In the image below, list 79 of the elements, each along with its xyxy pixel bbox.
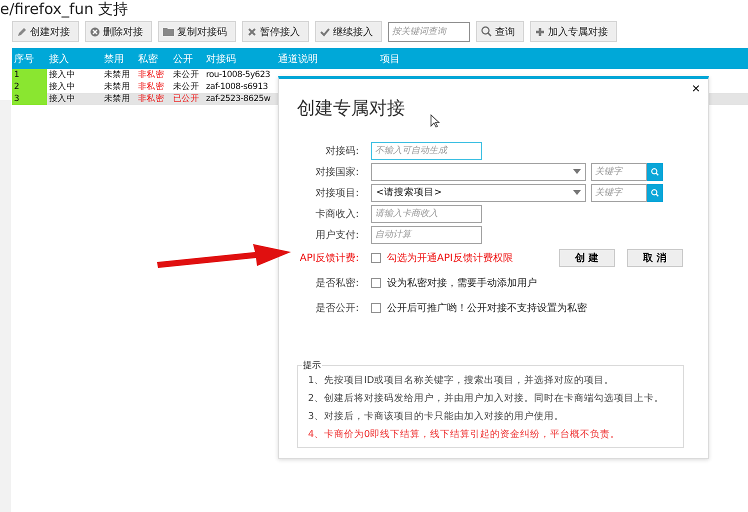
hint-title: 提示 (302, 360, 322, 372)
table-cell-text: rou-1008-5y623 (205, 69, 272, 81)
table-cell-text: 接入中 (48, 81, 76, 93)
delete-icon (90, 26, 100, 36)
folder-icon (163, 27, 174, 36)
input-field[interactable]: 自动计算 (371, 226, 482, 244)
toolbar-button[interactable]: 继续接入 (315, 21, 382, 42)
dialog-title: 创建专属对接 (297, 97, 405, 121)
pointer-icon (430, 114, 440, 128)
checkbox[interactable] (371, 278, 381, 288)
cross-icon (247, 26, 257, 36)
column-header: 接入 (48, 52, 70, 66)
column-header: 私密 (137, 52, 159, 66)
toolbar-button[interactable]: 删除对接 (85, 21, 152, 42)
keyword-field[interactable]: 关键字 (591, 162, 647, 180)
column-header: 公开 (172, 52, 194, 66)
search-icon (651, 168, 659, 176)
dialog-button[interactable]: 创 建 (558, 248, 615, 266)
table-cell-text: 非私密 (137, 93, 166, 105)
caret-icon (573, 190, 581, 195)
table-cell-text: 非私密 (137, 69, 166, 81)
hint-text: 3、对接后，卡商该项目的卡只能由加入对接的用户使用。 (308, 410, 566, 424)
checkbox-label: 公开后可推广哟！公开对接不支持设置为私密 (387, 302, 587, 314)
checkbox-label: 勾选为开通API反馈计费权限 (387, 252, 513, 264)
toolbar-button[interactable]: 复制对接码 (158, 21, 236, 42)
select-field[interactable] (371, 162, 586, 180)
input-field[interactable]: 请输入卡商收入 (371, 204, 482, 222)
table-cell-text: 未禁用 (103, 81, 132, 93)
caret-icon (573, 169, 581, 174)
table-cell-text: 未公开 (172, 69, 200, 81)
check-icon (320, 26, 330, 36)
dialog-button[interactable]: 取 消 (626, 248, 683, 266)
table-cell-text: 未公开 (172, 81, 200, 93)
column-header: 对接码 (205, 52, 237, 66)
toolbar-button[interactable]: 暂停接入 (242, 21, 309, 42)
field-label: 卡商收入: (314, 208, 359, 220)
input-field[interactable]: 不输入可自动生成 (371, 142, 482, 160)
column-header: 通道说明 (277, 52, 319, 66)
table-cell-text: 接入中 (48, 69, 76, 81)
keyword-field[interactable]: 关键字 (591, 184, 647, 202)
hint-text: 1、先按项目ID或项目名称关键字，搜索出项目，并选择对应的项目。 (308, 374, 616, 388)
close-button[interactable]: × (692, 81, 700, 95)
field-label: API反馈计费: (298, 252, 359, 264)
field-label: 对接项目: (314, 186, 359, 200)
field-label: 用户支付: (314, 228, 359, 242)
column-header: 禁用 (103, 52, 125, 66)
toolbar-button[interactable]: 查询 (476, 21, 524, 42)
hint-text: 2、创建后将对接码发给用户，并由用户加入对接。同时在卡商端勾选项目上卡。 (308, 392, 666, 406)
table-cell-text: 未禁用 (103, 93, 132, 105)
search-icon (651, 188, 659, 196)
checkbox[interactable] (371, 302, 381, 312)
table-cell-text: 已公开 (172, 93, 200, 105)
field-label: 对接国家: (314, 166, 359, 178)
field-label: 是否公开: (314, 302, 359, 314)
table-cell: 2 (12, 81, 47, 93)
checkbox[interactable] (371, 252, 381, 262)
plus-icon (535, 26, 545, 36)
search-button[interactable] (647, 162, 663, 180)
table-cell: 1 (12, 69, 47, 81)
hint-text: 4、卡商价为0即线下结算，线下结算引起的资金纠纷，平台概不负责。 (308, 428, 622, 442)
checkbox-label: 设为私密对接，需要手动添加用户 (387, 276, 537, 290)
table-cell: 3 (12, 93, 47, 105)
column-header: 项目 (379, 52, 401, 66)
field-label: 是否私密: (314, 276, 359, 290)
page-title: e/firefox_fun 支持 (0, 0, 128, 19)
table-cell-text: 非私密 (137, 81, 166, 93)
search-field[interactable]: 按关键词查询 (388, 22, 470, 42)
select-field[interactable]: <请搜索项目> (371, 184, 586, 202)
pencil-icon (17, 26, 27, 36)
field-label: 对接码: (324, 144, 359, 158)
table-cell-text: zaf-1008-s6913 (205, 81, 269, 93)
toolbar-button[interactable]: 创建对接 (12, 21, 79, 42)
table-cell-text: 未禁用 (103, 69, 132, 81)
search-icon (481, 26, 492, 37)
table-cell-text: 接入中 (48, 93, 76, 105)
column-header: 序号 (13, 52, 35, 66)
search-button[interactable] (647, 184, 663, 202)
table-cell-text: zaf-2523-8625w (205, 93, 272, 105)
toolbar-button[interactable]: 加入专属对接 (530, 21, 617, 42)
